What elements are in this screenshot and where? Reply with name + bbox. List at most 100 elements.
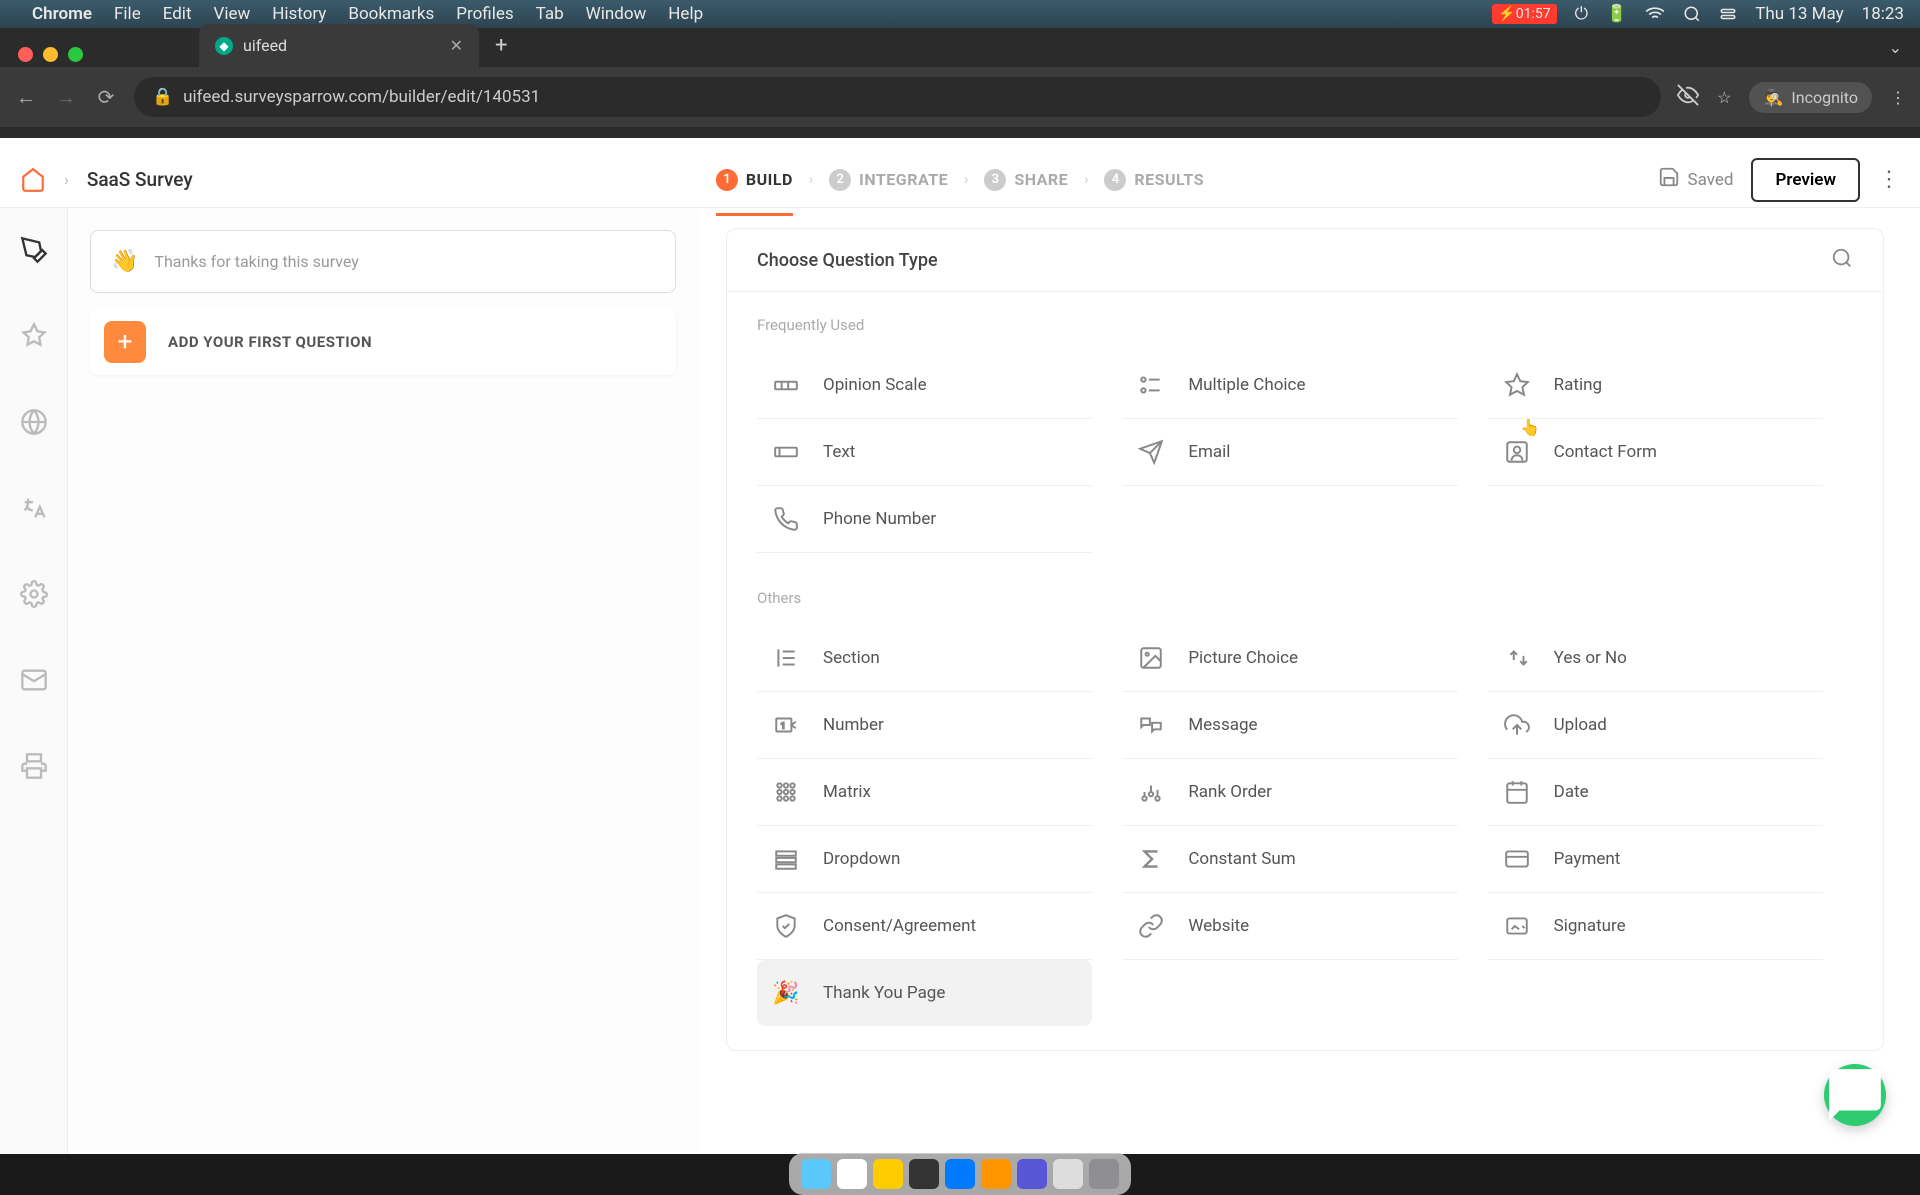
question-type-contact-form[interactable]: Contact Form — [1488, 419, 1823, 486]
question-type-label: Section — [823, 648, 880, 668]
question-type-phone-number[interactable]: Phone Number — [757, 486, 1092, 553]
wifi-icon[interactable] — [1645, 4, 1665, 24]
survey-title[interactable]: SaaS Survey — [87, 168, 193, 191]
question-type-section[interactable]: Section — [757, 625, 1092, 692]
menu-history[interactable]: History — [272, 4, 326, 24]
url-text: uifeed.surveysparrow.com/builder/edit/14… — [183, 87, 540, 107]
menu-profiles[interactable]: Profiles — [456, 4, 513, 24]
menu-file[interactable]: File — [114, 4, 141, 24]
question-type-label: Phone Number — [823, 509, 936, 529]
rail-globe-icon[interactable] — [20, 408, 48, 436]
window-maximize-button[interactable] — [68, 47, 83, 62]
signature-icon — [1504, 913, 1530, 939]
question-type-matrix[interactable]: Matrix — [757, 759, 1092, 826]
search-icon[interactable] — [1683, 5, 1701, 23]
forward-button[interactable]: → — [54, 85, 78, 110]
left-rail — [0, 208, 68, 1154]
question-type-label: Constant Sum — [1188, 849, 1295, 869]
plus-icon: + — [104, 321, 146, 363]
bookmark-star-icon[interactable]: ☆ — [1717, 88, 1731, 107]
dock-app-4[interactable] — [945, 1159, 975, 1189]
control-center-icon[interactable] — [1719, 5, 1737, 23]
dock-app-6[interactable] — [1017, 1159, 1047, 1189]
step-share[interactable]: 3 SHARE — [984, 169, 1068, 191]
question-type-opinion-scale[interactable]: Opinion Scale — [757, 352, 1092, 419]
address-bar[interactable]: 🔒 uifeed.surveysparrow.com/builder/edit/… — [134, 77, 1661, 117]
menubar-date[interactable]: Thu 13 May — [1755, 4, 1843, 24]
question-type-email[interactable]: Email — [1122, 419, 1457, 486]
menubar-app-name[interactable]: Chrome — [32, 4, 92, 24]
question-type-payment[interactable]: Payment — [1488, 826, 1823, 893]
rail-build-icon[interactable] — [20, 236, 48, 264]
question-type-rating[interactable]: Rating — [1488, 352, 1823, 419]
search-icon[interactable] — [1831, 247, 1853, 273]
question-type-thank-you[interactable]: 🎉Thank You Page — [757, 960, 1092, 1026]
question-type-multiple-choice[interactable]: Multiple Choice — [1122, 352, 1457, 419]
battery-icon[interactable]: 🔋 — [1606, 4, 1627, 24]
menu-edit[interactable]: Edit — [163, 4, 192, 24]
question-type-message[interactable]: Message — [1122, 692, 1457, 759]
question-type-text[interactable]: Text — [757, 419, 1092, 486]
menu-view[interactable]: View — [214, 4, 251, 24]
text-icon — [773, 439, 799, 465]
question-type-yes-or-no[interactable]: Yes or No — [1488, 625, 1823, 692]
more-menu-button[interactable]: ⋮ — [1878, 167, 1900, 192]
incognito-badge[interactable]: 🕵 Incognito — [1749, 82, 1872, 113]
question-type-label: Number — [823, 715, 884, 735]
dock-app-5[interactable] — [981, 1159, 1011, 1189]
dock-app-3[interactable] — [909, 1159, 939, 1189]
chrome-menu-button[interactable]: ⋮ — [1890, 88, 1906, 107]
preview-button[interactable]: Preview — [1751, 158, 1860, 202]
question-type-signature[interactable]: Signature — [1488, 893, 1823, 960]
question-type-consent[interactable]: Consent/Agreement — [757, 893, 1092, 960]
new-tab-button[interactable]: + — [495, 33, 507, 58]
rail-settings-icon[interactable] — [20, 580, 48, 608]
step-integrate[interactable]: 2 INTEGRATE — [829, 169, 948, 191]
home-icon[interactable] — [20, 167, 46, 193]
welcome-card[interactable]: 👋 Thanks for taking this survey — [90, 230, 676, 293]
lock-icon: 🔒 — [152, 87, 173, 107]
window-close-button[interactable] — [18, 47, 33, 62]
chevron-right-icon: › — [1084, 172, 1088, 188]
step-results[interactable]: 4 RESULTS — [1104, 169, 1204, 191]
battery-status-icon[interactable]: ⚡ 01:57 — [1492, 4, 1556, 24]
dock-app-2[interactable] — [873, 1159, 903, 1189]
section-frequently-used: Frequently Used — [757, 316, 1853, 334]
dock-app-1[interactable] — [837, 1159, 867, 1189]
rail-print-icon[interactable] — [20, 752, 48, 780]
question-type-number[interactable]: 1Number — [757, 692, 1092, 759]
menu-tab[interactable]: Tab — [536, 4, 564, 24]
menu-help[interactable]: Help — [668, 4, 703, 24]
question-type-constant-sum[interactable]: Constant Sum — [1122, 826, 1457, 893]
eye-off-icon[interactable] — [1677, 84, 1699, 110]
question-type-card: Choose Question Type Frequently Used Opi… — [726, 228, 1884, 1051]
question-type-rank-order[interactable]: Rank Order — [1122, 759, 1457, 826]
main-panel: Choose Question Type Frequently Used Opi… — [698, 208, 1920, 1154]
browser-tab[interactable]: ◆ uifeed ✕ — [199, 24, 479, 67]
chat-fab-button[interactable] — [1824, 1064, 1886, 1126]
rating-icon — [1504, 372, 1530, 398]
rail-design-icon[interactable] — [20, 322, 48, 350]
window-minimize-button[interactable] — [43, 47, 58, 62]
tab-close-button[interactable]: ✕ — [450, 36, 463, 55]
question-type-date[interactable]: Date — [1488, 759, 1823, 826]
rail-mail-icon[interactable] — [20, 666, 48, 694]
tab-overflow-button[interactable]: ⌄ — [1889, 38, 1902, 57]
add-first-question-button[interactable]: + ADD YOUR FIRST QUESTION — [90, 309, 676, 375]
dock-app-0[interactable] — [801, 1159, 831, 1189]
question-type-upload[interactable]: Upload — [1488, 692, 1823, 759]
question-type-dropdown[interactable]: Dropdown — [757, 826, 1092, 893]
menubar-time[interactable]: 18:23 — [1862, 4, 1904, 24]
question-type-website[interactable]: Website — [1122, 893, 1457, 960]
rail-language-icon[interactable] — [20, 494, 48, 522]
message-icon — [1138, 712, 1164, 738]
menu-window[interactable]: Window — [586, 4, 647, 24]
back-button[interactable]: ← — [14, 85, 38, 110]
picture-choice-icon — [1138, 645, 1164, 671]
status-icon[interactable]: ⏻ — [1575, 4, 1588, 24]
menu-bookmarks[interactable]: Bookmarks — [348, 4, 434, 24]
question-type-picture-choice[interactable]: Picture Choice — [1122, 625, 1457, 692]
dock-app-7[interactable] — [1053, 1159, 1083, 1189]
dock-app-8[interactable] — [1089, 1159, 1119, 1189]
reload-button[interactable]: ⟳ — [94, 85, 118, 109]
